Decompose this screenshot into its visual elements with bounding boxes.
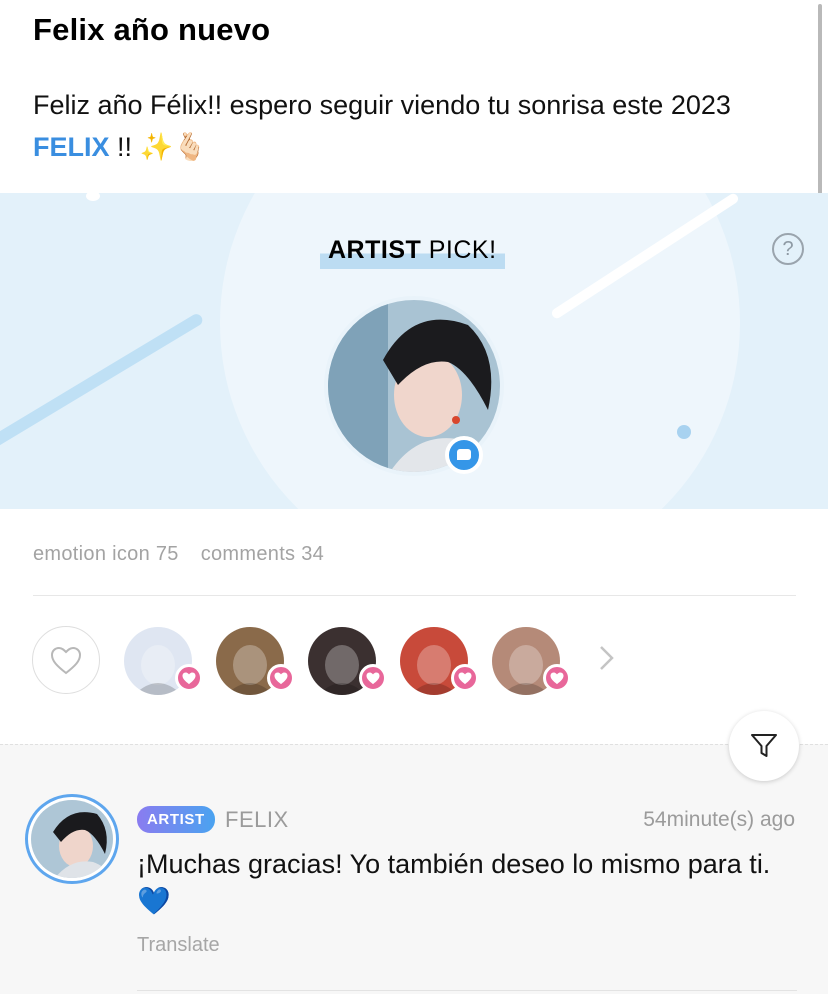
comment-avatar[interactable] [31, 800, 113, 878]
scrollbar[interactable] [818, 4, 822, 214]
heart-icon [175, 664, 203, 692]
filter-button[interactable] [729, 711, 799, 781]
comment-text: ¡Muchas gracias! Yo también deseo lo mis… [137, 849, 771, 916]
post-body: Feliz año Félix!! espero seguir viendo t… [33, 84, 793, 168]
help-icon[interactable]: ? [772, 233, 804, 265]
comment-author[interactable]: FELIX [225, 807, 289, 833]
post-stats: emotion icon 75 comments 34 [33, 543, 324, 566]
post-text: Feliz año Félix!! espero seguir viendo t… [33, 90, 731, 120]
banner-decoration [0, 311, 205, 457]
comment-count[interactable]: comments 34 [201, 543, 324, 565]
translate-link[interactable]: Translate [137, 934, 220, 957]
like-button[interactable] [32, 626, 100, 694]
artist-pick-title: ARTIST PICK! [320, 235, 505, 269]
divider [33, 595, 796, 596]
chevron-right-icon[interactable] [597, 643, 617, 673]
post-title: Felix año nuevo [33, 12, 271, 47]
comment-timestamp: 54minute(s) ago [643, 808, 795, 831]
filter-icon [751, 734, 777, 757]
comment-divider [137, 990, 797, 991]
artist-badge: ARTIST [137, 806, 215, 833]
heart-icon [451, 664, 479, 692]
artist-pick-title-bold: ARTIST [328, 236, 422, 264]
heart-icon [543, 664, 571, 692]
heart-icon [267, 664, 295, 692]
post-text-end: !! ✨🫰🏻 [109, 132, 207, 162]
artist-pick-title-rest: PICK! [421, 236, 497, 264]
banner-decoration [86, 193, 100, 201]
mention-link[interactable]: FELIX [33, 132, 110, 162]
artist-pick-banner: ARTIST PICK! ? [0, 193, 828, 509]
chat-bubble-icon[interactable] [445, 436, 483, 474]
emotion-count[interactable]: emotion icon 75 [33, 543, 179, 565]
commenter-photo [31, 800, 113, 878]
section-divider [0, 744, 828, 745]
heart-icon [359, 664, 387, 692]
heart-outline-icon [51, 647, 81, 675]
banner-decoration [677, 425, 691, 439]
